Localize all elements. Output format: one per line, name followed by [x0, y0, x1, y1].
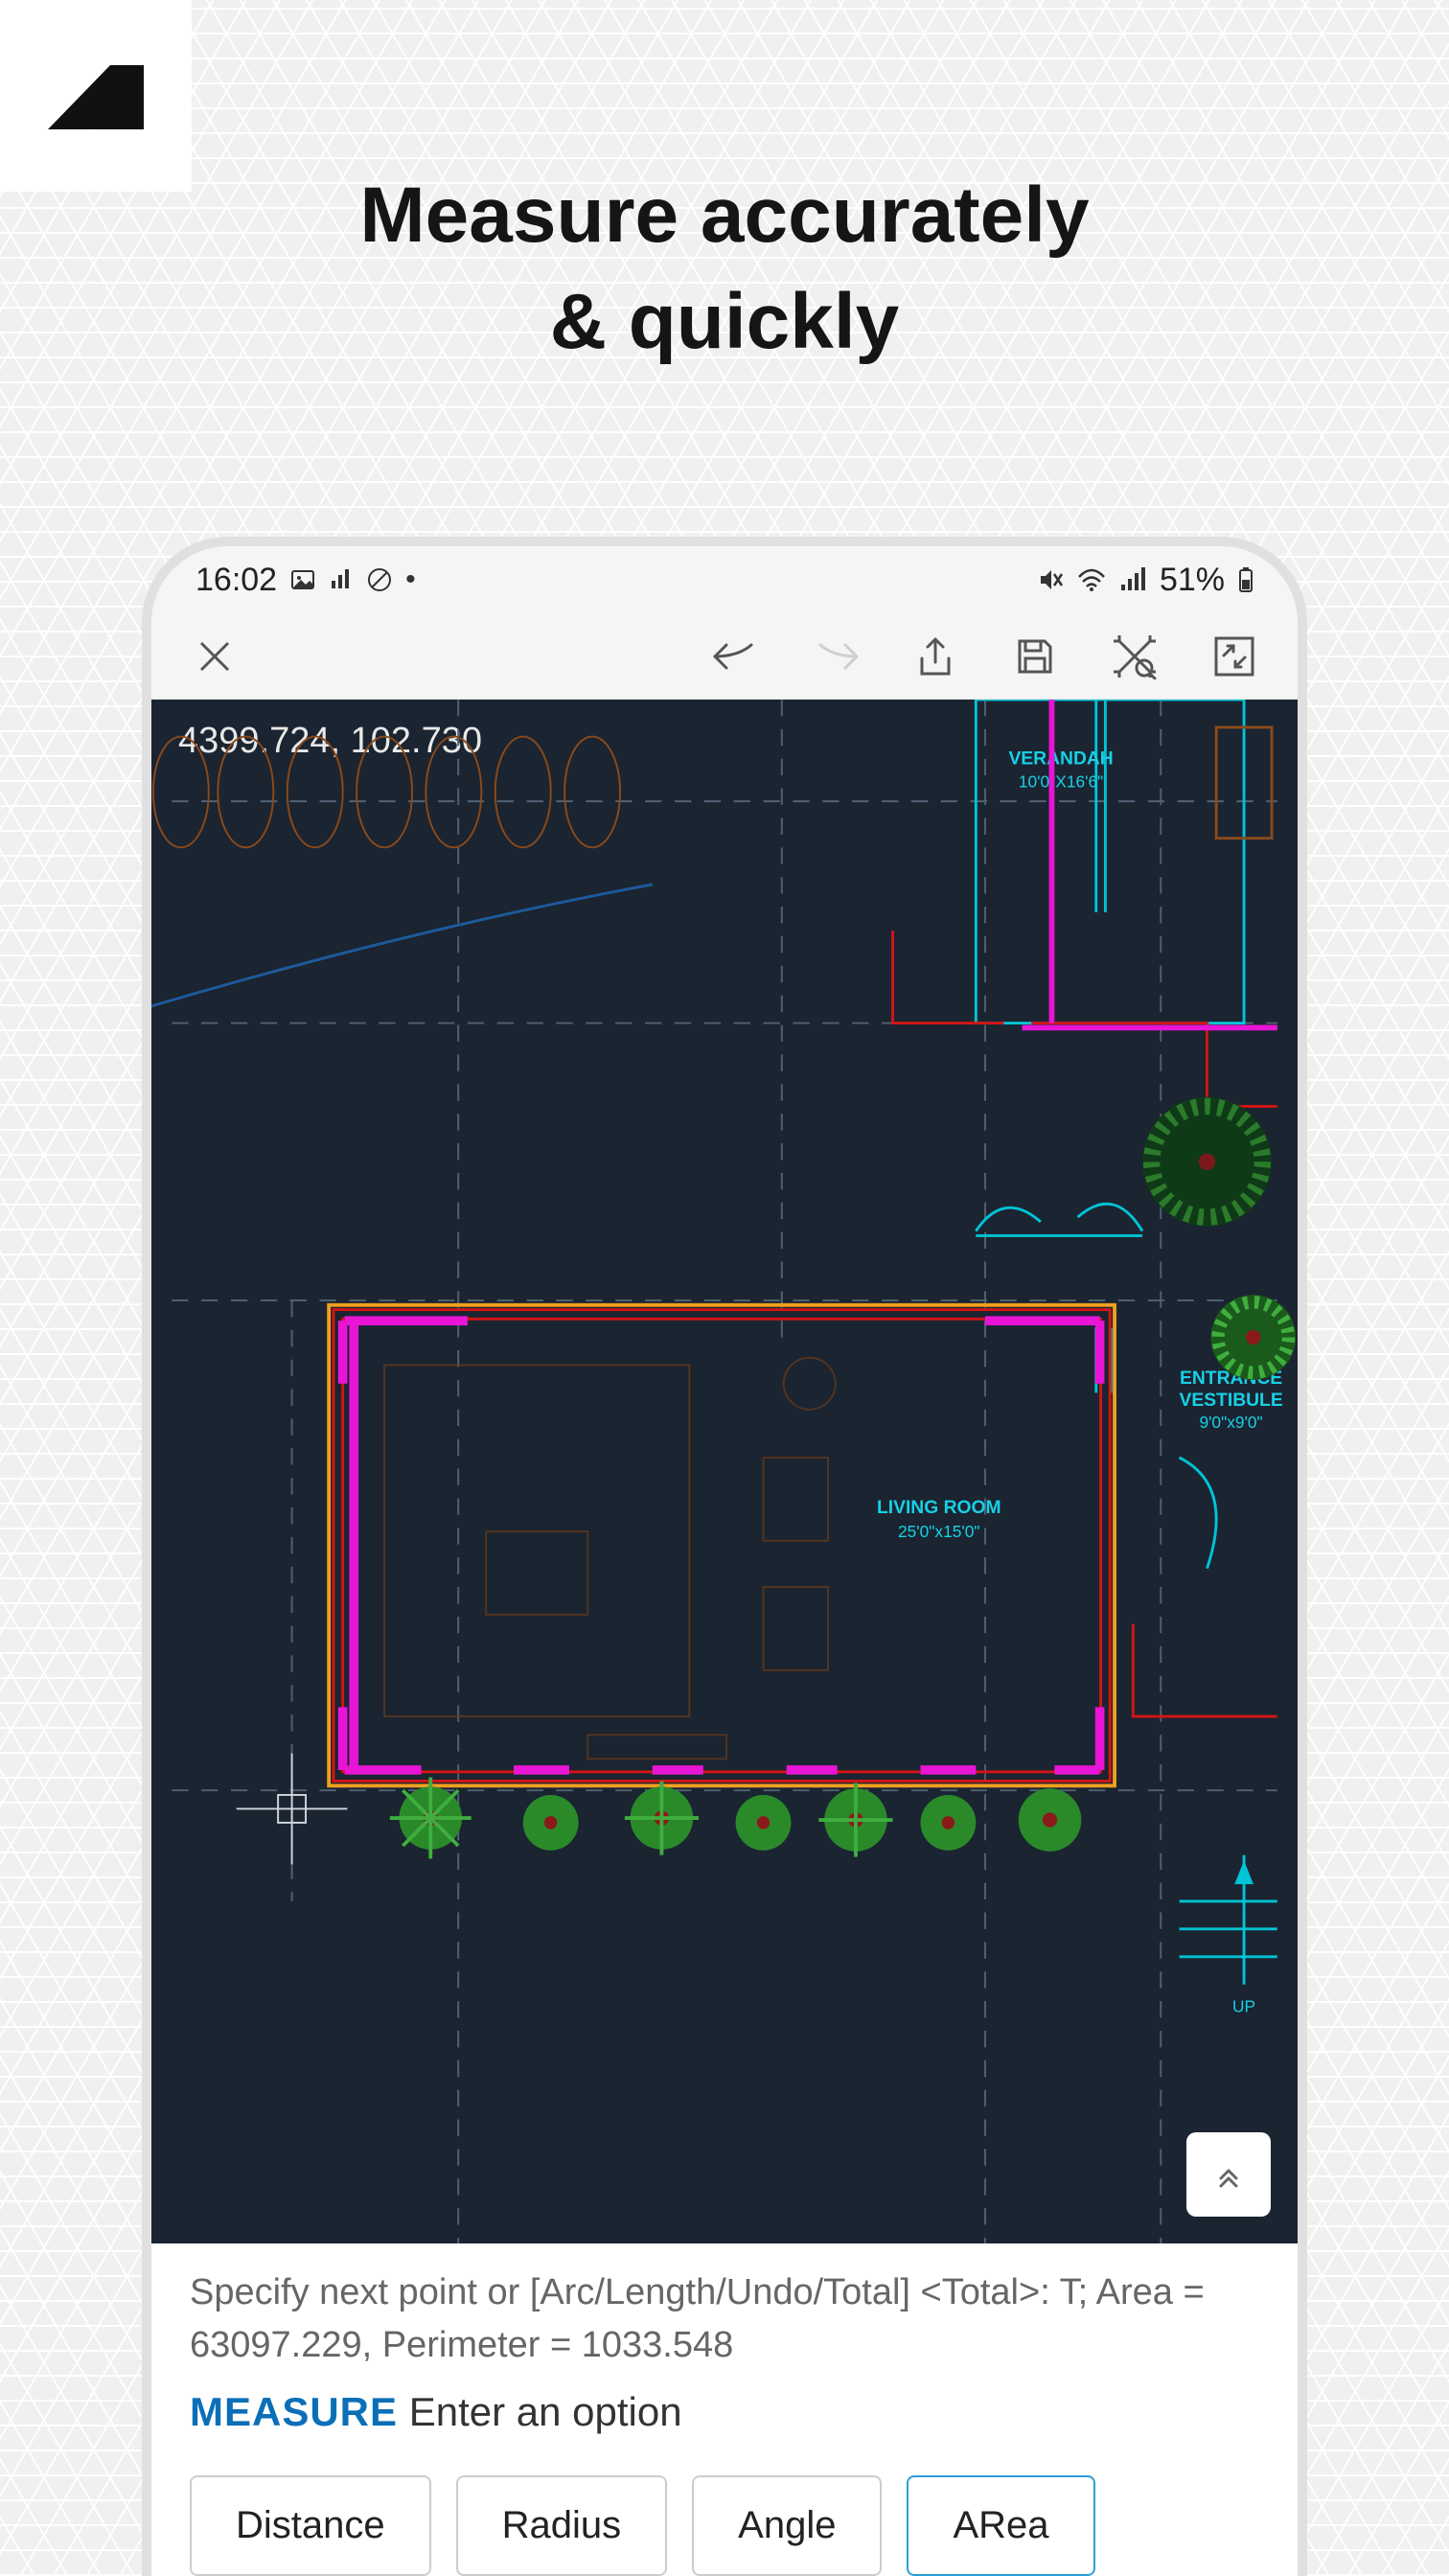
headline-line2: & quickly: [550, 278, 900, 365]
option-angle[interactable]: Angle: [692, 2475, 882, 2576]
status-time: 16:02: [196, 562, 277, 599]
redo-button[interactable]: [809, 630, 862, 683]
wifi-icon: [1077, 567, 1106, 592]
measure-selection: [329, 1305, 1115, 1786]
mute-icon: [1037, 566, 1064, 593]
app-toolbar: [151, 613, 1298, 700]
measure-options: Distance Radius Angle ARea: [151, 2447, 1298, 2576]
command-console: Specify next point or [Arc/Length/Undo/T…: [151, 2243, 1298, 2447]
page-headline: Measure accurately & quickly: [0, 163, 1449, 375]
no-data-icon: [367, 567, 392, 592]
signal-bars-icon: [329, 567, 354, 592]
image-icon: [290, 567, 315, 592]
entrance-label2: VESTIBULE: [1179, 1391, 1282, 1411]
dot-icon: •: [405, 564, 416, 596]
verandah-label: VERANDAH: [1008, 749, 1113, 770]
drawing-canvas[interactable]: 4399.724, 102.730: [151, 700, 1298, 2243]
living-room-dim: 25'0"x15'0": [898, 1522, 980, 1541]
verandah-dim: 10'0"X16'6": [1019, 772, 1103, 792]
battery-icon: [1238, 566, 1254, 593]
entrance-dim: 9'0"x9'0": [1199, 1413, 1262, 1432]
expand-panel-button[interactable]: [1186, 2132, 1271, 2217]
fullscreen-button[interactable]: [1208, 630, 1261, 683]
living-room-label: LIVING ROOM: [877, 1498, 1001, 1518]
option-radius[interactable]: Radius: [456, 2475, 668, 2576]
cell-signal-icon: [1119, 567, 1146, 592]
phone-frame: 16:02 • 51%: [142, 537, 1307, 2576]
status-bar: 16:02 • 51%: [151, 546, 1298, 613]
headline-line1: Measure accurately: [359, 172, 1089, 259]
up-label: UP: [1232, 1997, 1255, 2016]
close-button[interactable]: [188, 630, 242, 683]
save-button[interactable]: [1008, 630, 1062, 683]
battery-percent: 51%: [1160, 562, 1225, 599]
option-area[interactable]: ARea: [907, 2475, 1094, 2576]
console-prompt: Enter an option: [409, 2389, 682, 2434]
undo-button[interactable]: [709, 630, 763, 683]
console-log: Specify next point or [Arc/Length/Undo/T…: [190, 2266, 1259, 2372]
console-command: MEASURE: [190, 2389, 398, 2434]
option-distance[interactable]: Distance: [190, 2475, 431, 2576]
zoom-extents-button[interactable]: [1108, 630, 1162, 683]
share-button[interactable]: [908, 630, 962, 683]
